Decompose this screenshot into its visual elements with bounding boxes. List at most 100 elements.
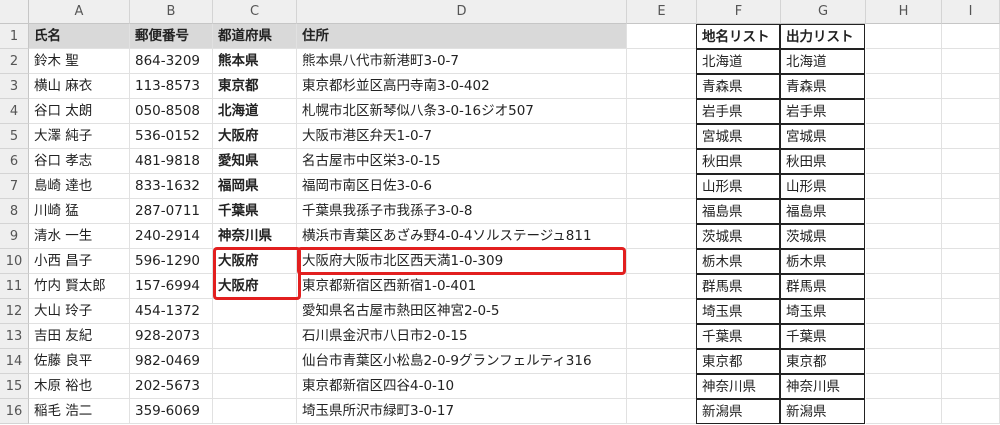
header-cell-pref[interactable]: 都道府県	[213, 24, 297, 49]
cell-output[interactable]: 北海道	[780, 49, 865, 74]
cell-empty[interactable]	[942, 324, 1000, 349]
cell-empty[interactable]	[866, 24, 942, 49]
cell-name[interactable]: 木原 裕也	[29, 374, 130, 399]
cell-empty[interactable]	[866, 199, 942, 224]
cell-empty[interactable]	[942, 349, 1000, 374]
cell-zip[interactable]: 240-2914	[130, 224, 213, 249]
column-header-g[interactable]: G	[781, 0, 866, 24]
cell-place[interactable]: 群馬県	[696, 274, 780, 299]
cell-address[interactable]: 愛知県名古屋市熱田区神宮2-0-5	[297, 299, 627, 324]
cell-pref[interactable]: 千葉県	[213, 199, 297, 224]
cell-empty[interactable]	[866, 74, 942, 99]
row-header-5[interactable]: 5	[0, 124, 29, 149]
cell-zip[interactable]: 864-3209	[130, 49, 213, 74]
cell-empty[interactable]	[942, 74, 1000, 99]
cell-empty[interactable]	[942, 124, 1000, 149]
cell-pref[interactable]: 熊本県	[213, 49, 297, 74]
cell-pref[interactable]: 大阪府	[213, 274, 297, 299]
row-header-2[interactable]: 2	[0, 49, 29, 74]
cell-pref[interactable]: 福岡県	[213, 174, 297, 199]
cell-zip[interactable]: 202-5673	[130, 374, 213, 399]
row-header-7[interactable]: 7	[0, 174, 29, 199]
cell-empty[interactable]	[627, 324, 697, 349]
cell-pref[interactable]: 大阪府	[213, 249, 297, 274]
cell-pref[interactable]: 北海道	[213, 99, 297, 124]
cell-place[interactable]: 岩手県	[696, 99, 780, 124]
cell-pref[interactable]: 大阪府	[213, 124, 297, 149]
header-cell-output-list[interactable]: 出力リスト	[780, 24, 865, 49]
cell-name[interactable]: 稲毛 浩二	[29, 399, 130, 424]
cell-place[interactable]: 新潟県	[696, 399, 780, 424]
column-header-e[interactable]: E	[627, 0, 697, 24]
cell-output[interactable]: 宮城県	[780, 124, 865, 149]
column-header-h[interactable]: H	[866, 0, 942, 24]
cell-address[interactable]: 大阪市港区弁天1-0-7	[297, 124, 627, 149]
select-all-corner[interactable]	[0, 0, 29, 24]
cell-name[interactable]: 谷口 太朗	[29, 99, 130, 124]
cell-empty[interactable]	[627, 399, 697, 424]
column-header-i[interactable]: I	[942, 0, 1000, 24]
header-cell-address[interactable]: 住所	[297, 24, 627, 49]
row-header-13[interactable]: 13	[0, 324, 29, 349]
cell-name[interactable]: 吉田 友紀	[29, 324, 130, 349]
cell-address[interactable]: 仙台市青葉区小松島2-0-9グランフェルティ316	[297, 349, 627, 374]
cell-pref[interactable]: 東京都	[213, 74, 297, 99]
row-header-3[interactable]: 3	[0, 74, 29, 99]
cell-name[interactable]: 川崎 猛	[29, 199, 130, 224]
column-header-a[interactable]: A	[29, 0, 130, 24]
cell-zip[interactable]: 982-0469	[130, 349, 213, 374]
cell-zip[interactable]: 157-6994	[130, 274, 213, 299]
cell-empty[interactable]	[627, 274, 697, 299]
cell-address[interactable]: 石川県金沢市八日市2-0-15	[297, 324, 627, 349]
cell-address[interactable]: 名古屋市中区栄3-0-15	[297, 149, 627, 174]
cell-address[interactable]: 東京都新宿区西新宿1-0-401	[297, 274, 627, 299]
column-header-f[interactable]: F	[697, 0, 781, 24]
cell-name[interactable]: 鈴木 聖	[29, 49, 130, 74]
cell-empty[interactable]	[866, 299, 942, 324]
cell-empty[interactable]	[942, 24, 1000, 49]
row-header-16[interactable]: 16	[0, 399, 29, 424]
cell-name[interactable]: 佐藤 良平	[29, 349, 130, 374]
cell-empty[interactable]	[866, 99, 942, 124]
cell-output[interactable]: 青森県	[780, 74, 865, 99]
cell-output[interactable]: 岩手県	[780, 99, 865, 124]
cell-empty[interactable]	[866, 349, 942, 374]
cell-name[interactable]: 横山 麻衣	[29, 74, 130, 99]
header-cell-zip[interactable]: 郵便番号	[130, 24, 213, 49]
cell-output[interactable]: 山形県	[780, 174, 865, 199]
cell-zip[interactable]: 536-0152	[130, 124, 213, 149]
cell-zip[interactable]: 481-9818	[130, 149, 213, 174]
cell-place[interactable]: 宮城県	[696, 124, 780, 149]
cell-output[interactable]: 福島県	[780, 199, 865, 224]
cell-output[interactable]: 神奈川県	[780, 374, 865, 399]
cell-empty[interactable]	[627, 174, 697, 199]
row-header-12[interactable]: 12	[0, 299, 29, 324]
cell-empty[interactable]	[866, 149, 942, 174]
cell-empty[interactable]	[866, 324, 942, 349]
cell-place[interactable]: 栃木県	[696, 249, 780, 274]
cell-zip[interactable]: 596-1290	[130, 249, 213, 274]
cell-name[interactable]: 小西 昌子	[29, 249, 130, 274]
cell-pref[interactable]	[213, 374, 297, 399]
cell-address[interactable]: 東京都杉並区高円寺南3-0-402	[297, 74, 627, 99]
cell-empty[interactable]	[942, 174, 1000, 199]
cell-empty[interactable]	[627, 99, 697, 124]
cell-address[interactable]: 東京都新宿区四谷4-0-10	[297, 374, 627, 399]
cell-address[interactable]: 大阪府大阪市北区西天満1-0-309	[297, 249, 627, 274]
cell-output[interactable]: 秋田県	[780, 149, 865, 174]
row-header-15[interactable]: 15	[0, 374, 29, 399]
cell-place[interactable]: 福島県	[696, 199, 780, 224]
cell-empty[interactable]	[942, 299, 1000, 324]
cell-empty[interactable]	[866, 274, 942, 299]
cell-empty[interactable]	[942, 49, 1000, 74]
header-cell-name[interactable]: 氏名	[29, 24, 130, 49]
cell-pref[interactable]: 愛知県	[213, 149, 297, 174]
cell-empty[interactable]	[627, 74, 697, 99]
cell-empty[interactable]	[942, 274, 1000, 299]
cell-zip[interactable]: 050-8508	[130, 99, 213, 124]
row-header-4[interactable]: 4	[0, 99, 29, 124]
cell-empty[interactable]	[627, 149, 697, 174]
cell-zip[interactable]: 287-0711	[130, 199, 213, 224]
cell-output[interactable]: 新潟県	[780, 399, 865, 424]
cell-place[interactable]: 山形県	[696, 174, 780, 199]
